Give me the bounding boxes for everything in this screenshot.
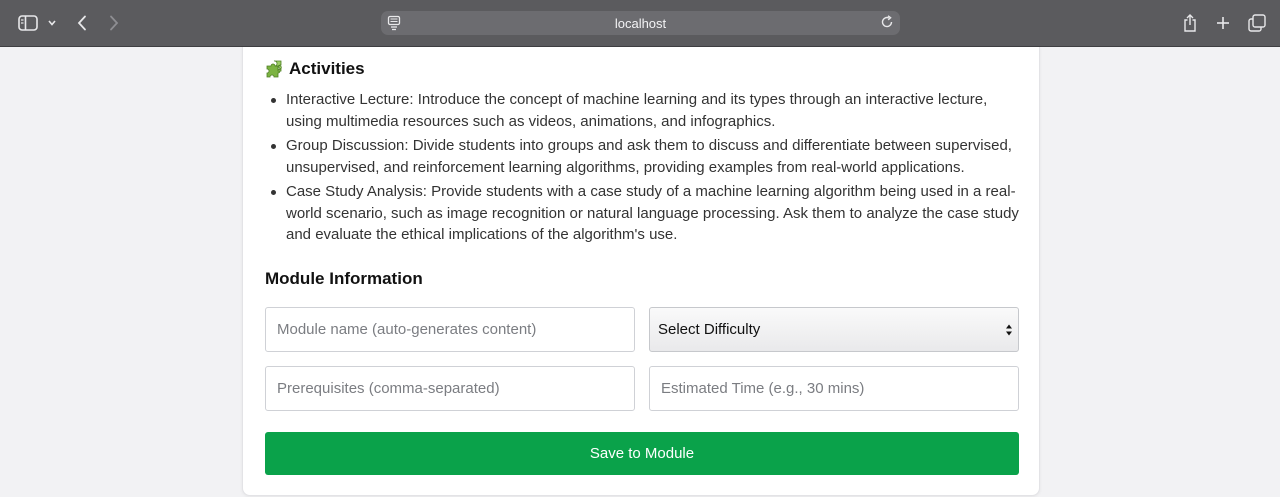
sidebar-icon[interactable]: [17, 13, 39, 33]
activities-heading: Activities: [265, 59, 365, 79]
list-item: Group Discussion: Divide students into g…: [265, 135, 1025, 178]
site-info-icon[interactable]: [387, 15, 403, 31]
prerequisites-input[interactable]: [265, 366, 635, 411]
list-item: Case Study Analysis: Provide students wi…: [265, 181, 1025, 246]
difficulty-select[interactable]: Select Difficulty: [649, 307, 1019, 352]
tabs-overview-icon[interactable]: [1246, 13, 1268, 33]
select-arrows-icon: [1005, 322, 1013, 338]
puzzle-icon: [265, 59, 285, 79]
save-to-module-button[interactable]: Save to Module: [265, 432, 1019, 475]
activities-list: Interactive Lecture: Introduce the conce…: [265, 89, 1025, 249]
list-item: Interactive Lecture: Introduce the conce…: [265, 89, 1025, 132]
content-card: Activities Interactive Lecture: Introduc…: [242, 47, 1040, 496]
forward-icon[interactable]: [106, 13, 122, 33]
difficulty-select-value: Select Difficulty: [658, 321, 761, 338]
activities-title: Activities: [289, 59, 365, 78]
back-icon[interactable]: [74, 13, 90, 33]
new-tab-icon[interactable]: [1213, 13, 1233, 33]
estimated-time-input[interactable]: [649, 366, 1019, 411]
url-text: localhost: [614, 15, 667, 31]
address-bar[interactable]: localhost: [381, 11, 900, 35]
module-name-input[interactable]: [265, 307, 635, 352]
browser-toolbar: localhost: [0, 0, 1280, 47]
module-information-heading: Module Information: [265, 269, 423, 288]
share-icon[interactable]: [1180, 12, 1200, 34]
reload-icon[interactable]: [880, 15, 896, 31]
chevron-down-icon[interactable]: [46, 17, 58, 29]
